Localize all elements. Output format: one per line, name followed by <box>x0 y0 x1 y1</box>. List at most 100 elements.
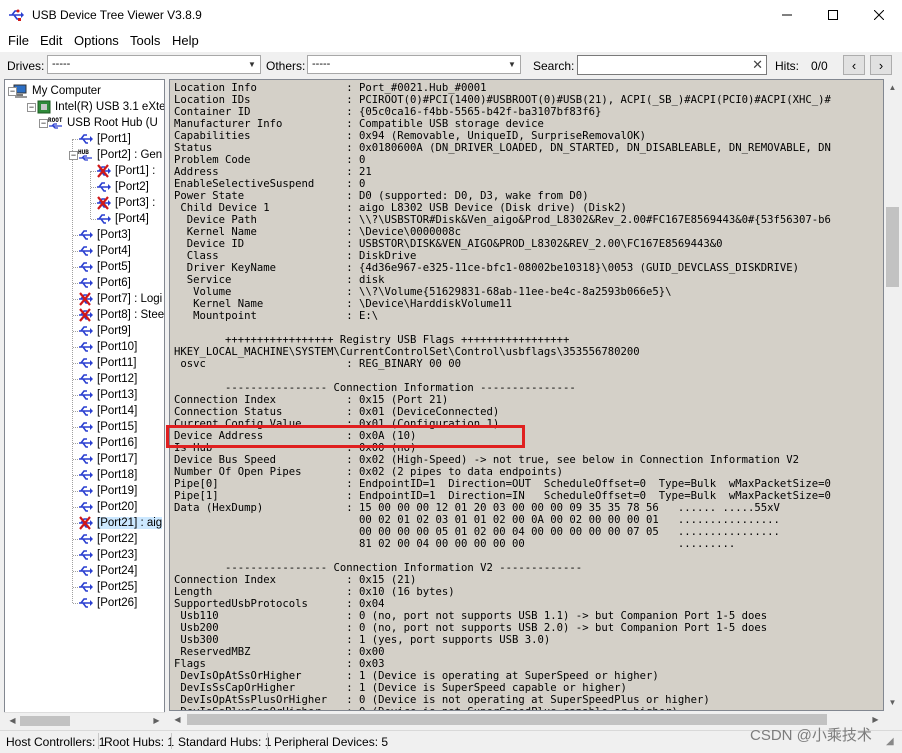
usb-port-icon <box>96 212 112 226</box>
tree-item[interactable]: [Port3] : <box>96 195 155 211</box>
tree-collapse-toggle[interactable]: − <box>8 87 17 96</box>
tree-item[interactable]: [Port24] <box>78 563 137 579</box>
menu-file[interactable]: File <box>8 33 29 48</box>
tree-collapse-toggle[interactable]: − <box>69 151 78 160</box>
menu-edit[interactable]: Edit <box>40 33 62 48</box>
tree-item-label: [Port9] <box>97 325 131 337</box>
tree-item-label: [Port24] <box>97 565 138 577</box>
status-divider <box>267 733 268 749</box>
detail-line: Flags : 0x03 <box>174 658 385 670</box>
tree-item[interactable]: [Port1] : <box>96 163 155 179</box>
maximize-button[interactable] <box>810 0 856 30</box>
tree-item[interactable]: [Port2] <box>96 179 149 195</box>
others-dropdown[interactable]: ----- ▼ <box>307 55 521 74</box>
tree-collapse-toggle[interactable]: − <box>39 119 48 128</box>
details-vertical-scrollbar[interactable]: ▲ ▼ <box>884 79 901 711</box>
scroll-thumb[interactable] <box>187 714 827 725</box>
tree-item-label: My Computer <box>32 85 102 97</box>
tree-item[interactable]: [Port25] <box>78 579 137 595</box>
drives-value: ----- <box>52 58 71 70</box>
tree-item-label: [Port21] : aig <box>97 517 163 529</box>
usb-port-icon <box>78 420 94 434</box>
scroll-left-icon[interactable]: ◀ <box>4 712 21 729</box>
detail-line: +++++++++++++++++ Registry USB Flags +++… <box>174 334 570 346</box>
scroll-right-icon[interactable]: ▶ <box>148 712 165 729</box>
usb-port-icon <box>78 324 94 338</box>
root-hub-icon: ROOT <box>48 116 64 130</box>
tree-item-label: [Port14] <box>97 405 138 417</box>
detail-line: ReservedMBZ : 0x00 <box>174 646 385 658</box>
usb-port-error-icon <box>78 308 94 322</box>
detail-line: Usb200 : 0 (no, port not supports USB 2.… <box>174 622 768 634</box>
svg-text:HUB: HUB <box>78 149 89 156</box>
tree-item[interactable]: [Port8] : Stee <box>78 307 164 323</box>
menu-help[interactable]: Help <box>172 33 199 48</box>
host-controllers-count: Host Controllers: 1 <box>6 735 106 749</box>
tree-item[interactable]: [Port17] <box>78 451 137 467</box>
tree-collapse-toggle[interactable]: − <box>27 103 36 112</box>
tree-item[interactable]: [Port3] <box>78 227 131 243</box>
tree-item[interactable]: [Port4] <box>78 243 131 259</box>
scroll-thumb[interactable] <box>886 207 899 287</box>
detail-line: Connection Status : 0x01 (DeviceConnecte… <box>174 406 500 418</box>
search-input[interactable]: ✕ <box>577 55 767 75</box>
tree-item[interactable]: [Port7] : Logi <box>78 291 162 307</box>
previous-hit-button[interactable]: ‹ <box>843 55 865 75</box>
detail-line: SupportedUsbProtocols : 0x04 <box>174 598 385 610</box>
menu-options[interactable]: Options <box>74 33 119 48</box>
next-hit-button[interactable]: › <box>870 55 892 75</box>
tree-item[interactable]: [Port14] <box>78 403 137 419</box>
detail-line: Connection Index : 0x15 (Port 21) <box>174 394 449 406</box>
close-button[interactable] <box>856 0 902 30</box>
tree-item-label: [Port18] <box>97 469 138 481</box>
minimize-button[interactable] <box>764 0 810 30</box>
tree-item[interactable]: [Port10] <box>78 339 137 355</box>
drives-dropdown[interactable]: ----- ▼ <box>47 55 261 74</box>
scroll-down-icon[interactable]: ▼ <box>884 694 901 711</box>
tree-item[interactable]: [Port5] <box>78 259 131 275</box>
scroll-left-icon[interactable]: ◀ <box>169 711 186 728</box>
tree-item[interactable]: [Port12] <box>78 371 137 387</box>
scroll-thumb[interactable] <box>20 716 70 726</box>
tree-item[interactable]: [Port18] <box>78 467 137 483</box>
tree-item[interactable]: My Computer <box>13 83 101 99</box>
tree-item[interactable]: [Port22] <box>78 531 137 547</box>
tree-item[interactable]: [Port20] <box>78 499 137 515</box>
tree-item[interactable]: [Port1] <box>78 131 131 147</box>
host-controller-icon <box>36 100 52 114</box>
tree-item[interactable]: [Port19] <box>78 483 137 499</box>
tree-item[interactable]: [Port15] <box>78 419 137 435</box>
tree-item-label: [Port22] <box>97 533 138 545</box>
menu-tools[interactable]: Tools <box>130 33 160 48</box>
tree-item-label: [Port4] <box>115 213 149 225</box>
detail-line: EnableSelectiveSuspend : 0 <box>174 178 366 190</box>
tree-item[interactable]: [Port6] <box>78 275 131 291</box>
tree-item-label: [Port7] : Logi <box>97 293 163 305</box>
clear-icon[interactable]: ✕ <box>752 57 763 73</box>
tree-item[interactable]: [Port13] <box>78 387 137 403</box>
tree-item[interactable]: HUB [Port2] : Gen <box>78 147 162 163</box>
tree-connector-line <box>90 171 91 219</box>
tree-item[interactable]: [Port9] <box>78 323 131 339</box>
resize-grip-icon[interactable]: ◢ <box>886 736 894 747</box>
tree-horizontal-scrollbar[interactable]: ◀ ▶ <box>4 712 165 729</box>
standard-hubs-count: Standard Hubs: 1 <box>178 735 272 749</box>
detail-line: Pipe[1] : EndpointID=1 Direction=IN Sche… <box>174 490 831 502</box>
scroll-up-icon[interactable]: ▲ <box>884 79 901 96</box>
tree-item-label: [Port3] : <box>115 197 156 209</box>
device-tree[interactable]: My Computer Intel(R) USB 3.1 eXte ROOT USB … <box>4 79 165 728</box>
usb-port-icon <box>78 468 94 482</box>
tree-item[interactable]: ROOT USB Root Hub (U <box>48 115 158 131</box>
tree-item[interactable]: [Port26] <box>78 595 137 611</box>
tree-item-label: [Port6] <box>97 277 131 289</box>
tree-item[interactable]: [Port4] <box>96 211 149 227</box>
tree-item[interactable]: [Port11] <box>78 355 136 371</box>
chevron-down-icon: ▼ <box>248 60 256 69</box>
tree-item[interactable]: Intel(R) USB 3.1 eXte <box>36 99 164 115</box>
tree-item[interactable]: [Port21] : aig <box>78 515 163 531</box>
tree-item[interactable]: [Port23] <box>78 547 137 563</box>
device-details-text[interactable]: Location Info : Port_#0021.Hub_#0001 Loca… <box>169 79 884 711</box>
usb-port-icon <box>78 452 94 466</box>
detail-line: Device ID : USBSTOR\DISK&VEN_AIGO&PROD_L… <box>174 238 723 250</box>
tree-item[interactable]: [Port16] <box>78 435 137 451</box>
